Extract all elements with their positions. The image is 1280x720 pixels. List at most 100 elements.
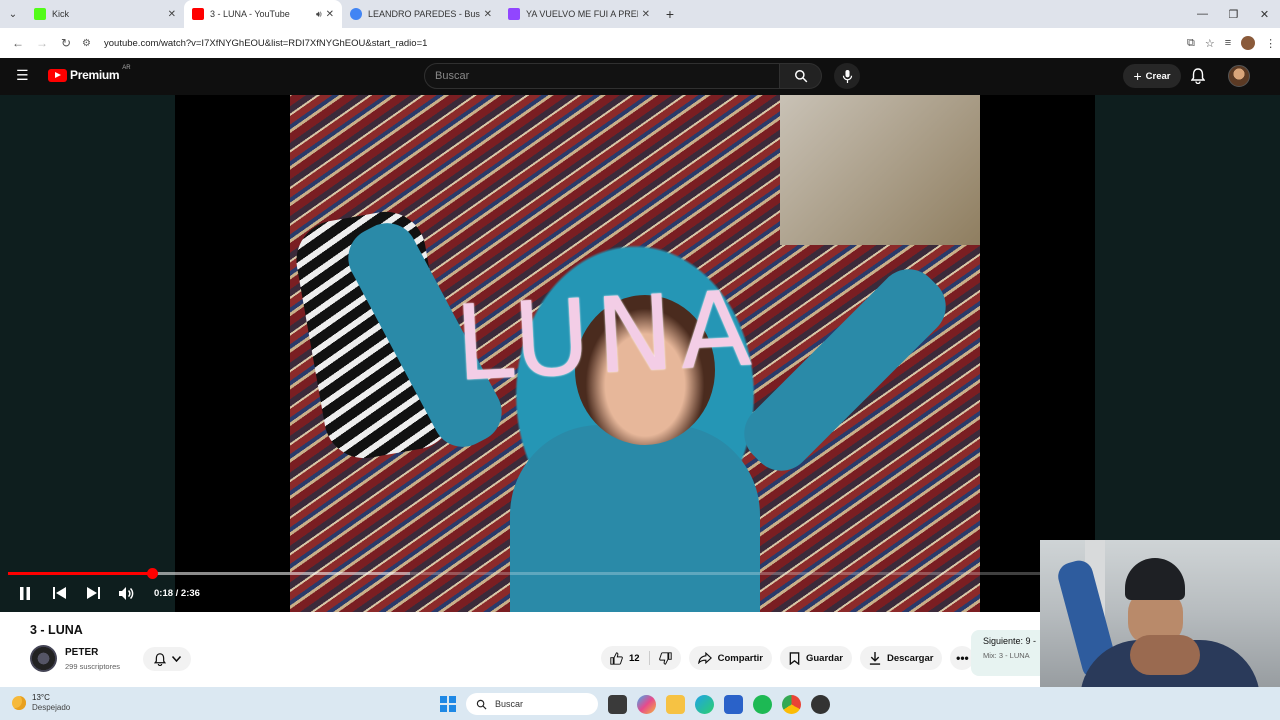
bookmark-icon	[789, 651, 800, 665]
skip-previous-icon	[52, 587, 66, 599]
address-bar[interactable]: ⚙ youtube.com/watch?v=I7XfNYGhEOU&list=R…	[82, 31, 1167, 55]
subscription-bell-button[interactable]	[143, 647, 191, 671]
restore-icon[interactable]: ❐	[1218, 0, 1249, 28]
reload-icon[interactable]: ↻	[54, 36, 78, 50]
volume-icon	[119, 586, 134, 600]
close-tab-icon[interactable]: ✕	[326, 9, 334, 20]
new-tab-icon[interactable]: +	[658, 6, 682, 22]
thumbs-down-icon	[658, 651, 672, 665]
bell-icon	[1190, 68, 1206, 85]
progress-bar[interactable]	[8, 568, 1040, 579]
tab-title: 3 - LUNA - YouTube	[210, 9, 290, 19]
pause-icon	[20, 586, 30, 600]
played-bar	[8, 572, 153, 575]
audio-playing-icon[interactable]: 🔊︎	[316, 9, 322, 20]
youtube-header: ☰ Premium AR + Crear	[0, 58, 1280, 95]
chrome-menu-icon[interactable]: ⋮	[1265, 37, 1276, 50]
channel-name[interactable]: PETER	[65, 647, 98, 658]
tab-kick[interactable]: Kick ✕	[26, 0, 184, 28]
close-tab-icon[interactable]: ✕	[642, 9, 650, 20]
copilot-icon[interactable]	[637, 694, 656, 714]
frame-shirt	[510, 425, 760, 612]
microphone-icon	[842, 69, 852, 83]
dislike-button[interactable]	[650, 646, 681, 670]
folder-icon[interactable]	[666, 694, 685, 714]
video-actions: 12 Compartir Guardar Descargar •••	[601, 646, 975, 670]
close-tab-icon[interactable]: ✕	[168, 9, 176, 20]
volume-button[interactable]	[110, 586, 144, 600]
bell-icon	[153, 652, 166, 666]
minimize-icon[interactable]: —	[1187, 0, 1218, 28]
bookmark-star-icon[interactable]: ☆	[1205, 37, 1215, 50]
previous-button[interactable]	[42, 587, 76, 599]
browser-tab-strip: ⌄ Kick ✕ 3 - LUNA - YouTube 🔊︎ ✕ LEANDRO…	[0, 0, 1280, 28]
video-overlay-title: LUNA	[452, 267, 760, 405]
file-manager-icon[interactable]	[608, 694, 627, 714]
time-display: 0:18 / 2:36	[154, 587, 200, 599]
video-player[interactable]: LUNA 0:18 / 2:36	[0, 95, 1280, 612]
chrome-icon[interactable]	[782, 694, 801, 714]
weather-widget[interactable]: 13°C Despejado	[12, 693, 70, 713]
youtube-favicon-icon	[192, 8, 204, 20]
download-label: Descargar	[886, 652, 934, 664]
next-button[interactable]	[76, 587, 110, 599]
pause-button[interactable]	[8, 586, 42, 600]
back-icon[interactable]: ←	[6, 36, 30, 50]
frame-arm-right	[731, 256, 959, 484]
weather-condition: Despejado	[32, 703, 71, 712]
menu-icon[interactable]: ☰	[16, 68, 30, 82]
forward-icon[interactable]: →	[30, 36, 54, 50]
taskbar-search-placeholder: Buscar	[495, 699, 524, 709]
tab-youtube[interactable]: 3 - LUNA - YouTube 🔊︎ ✕	[184, 0, 342, 28]
save-label: Guardar	[805, 652, 843, 664]
create-button[interactable]: + Crear	[1123, 64, 1181, 88]
store-icon[interactable]	[724, 694, 743, 714]
taskbar-apps: Buscar	[440, 692, 830, 716]
edge-icon[interactable]	[695, 694, 714, 714]
spotify-icon[interactable]	[753, 694, 772, 714]
tab-google-search[interactable]: LEANDRO PAREDES - Buscar con ✕	[342, 0, 500, 28]
tab-title: YA VUELVO ME FUI A PREPARAR	[526, 9, 638, 19]
frame-background	[780, 95, 980, 245]
youtube-premium-logo[interactable]: Premium AR	[48, 65, 131, 82]
scrubber-handle[interactable]	[147, 568, 159, 579]
channel-avatar[interactable]	[30, 645, 57, 672]
close-window-icon[interactable]: ✕	[1249, 0, 1280, 28]
search-bar	[424, 63, 822, 89]
chevron-down-icon	[171, 656, 181, 662]
account-avatar[interactable]	[1228, 65, 1250, 87]
obs-icon[interactable]	[811, 694, 830, 714]
search-input[interactable]	[424, 63, 781, 89]
download-button[interactable]: Descargar	[859, 646, 943, 670]
share-label: Compartir	[717, 652, 763, 664]
like-count: 12	[629, 652, 640, 664]
thumbs-up-icon	[610, 651, 623, 665]
taskbar-search[interactable]: Buscar	[466, 693, 598, 715]
webcam-person-cap	[1125, 558, 1185, 600]
video-frame[interactable]: LUNA	[290, 95, 980, 612]
notifications-button[interactable]	[1190, 68, 1206, 89]
video-title: 3 - LUNA	[30, 623, 83, 637]
like-dislike-group: 12	[601, 646, 681, 670]
tab-twitch[interactable]: YA VUELVO ME FUI A PREPARAR ✕	[500, 0, 658, 28]
install-app-icon[interactable]: ⧉	[1187, 37, 1195, 50]
kick-favicon-icon	[34, 8, 46, 20]
windows-taskbar: 13°C Despejado Buscar	[0, 687, 1280, 720]
google-favicon-icon	[350, 8, 362, 20]
close-tab-icon[interactable]: ✕	[484, 9, 492, 20]
like-button[interactable]: 12	[601, 646, 649, 670]
site-info-icon[interactable]: ⚙	[82, 38, 100, 49]
skip-next-icon	[86, 587, 100, 599]
tab-search-icon[interactable]: ⌄	[0, 0, 26, 28]
windows-start-icon[interactable]	[440, 696, 456, 712]
voice-search-button[interactable]	[834, 63, 860, 89]
share-icon	[697, 652, 712, 664]
save-button[interactable]: Guardar	[779, 646, 852, 670]
plus-icon: +	[1133, 68, 1142, 84]
search-button[interactable]	[780, 63, 822, 89]
media-controls-icon[interactable]: ≡	[1225, 37, 1231, 49]
profile-avatar[interactable]	[1241, 36, 1256, 50]
download-icon	[869, 651, 881, 665]
url-text: youtube.com/watch?v=I7XfNYGhEOU&list=RDI…	[104, 37, 428, 49]
share-button[interactable]: Compartir	[688, 646, 772, 670]
